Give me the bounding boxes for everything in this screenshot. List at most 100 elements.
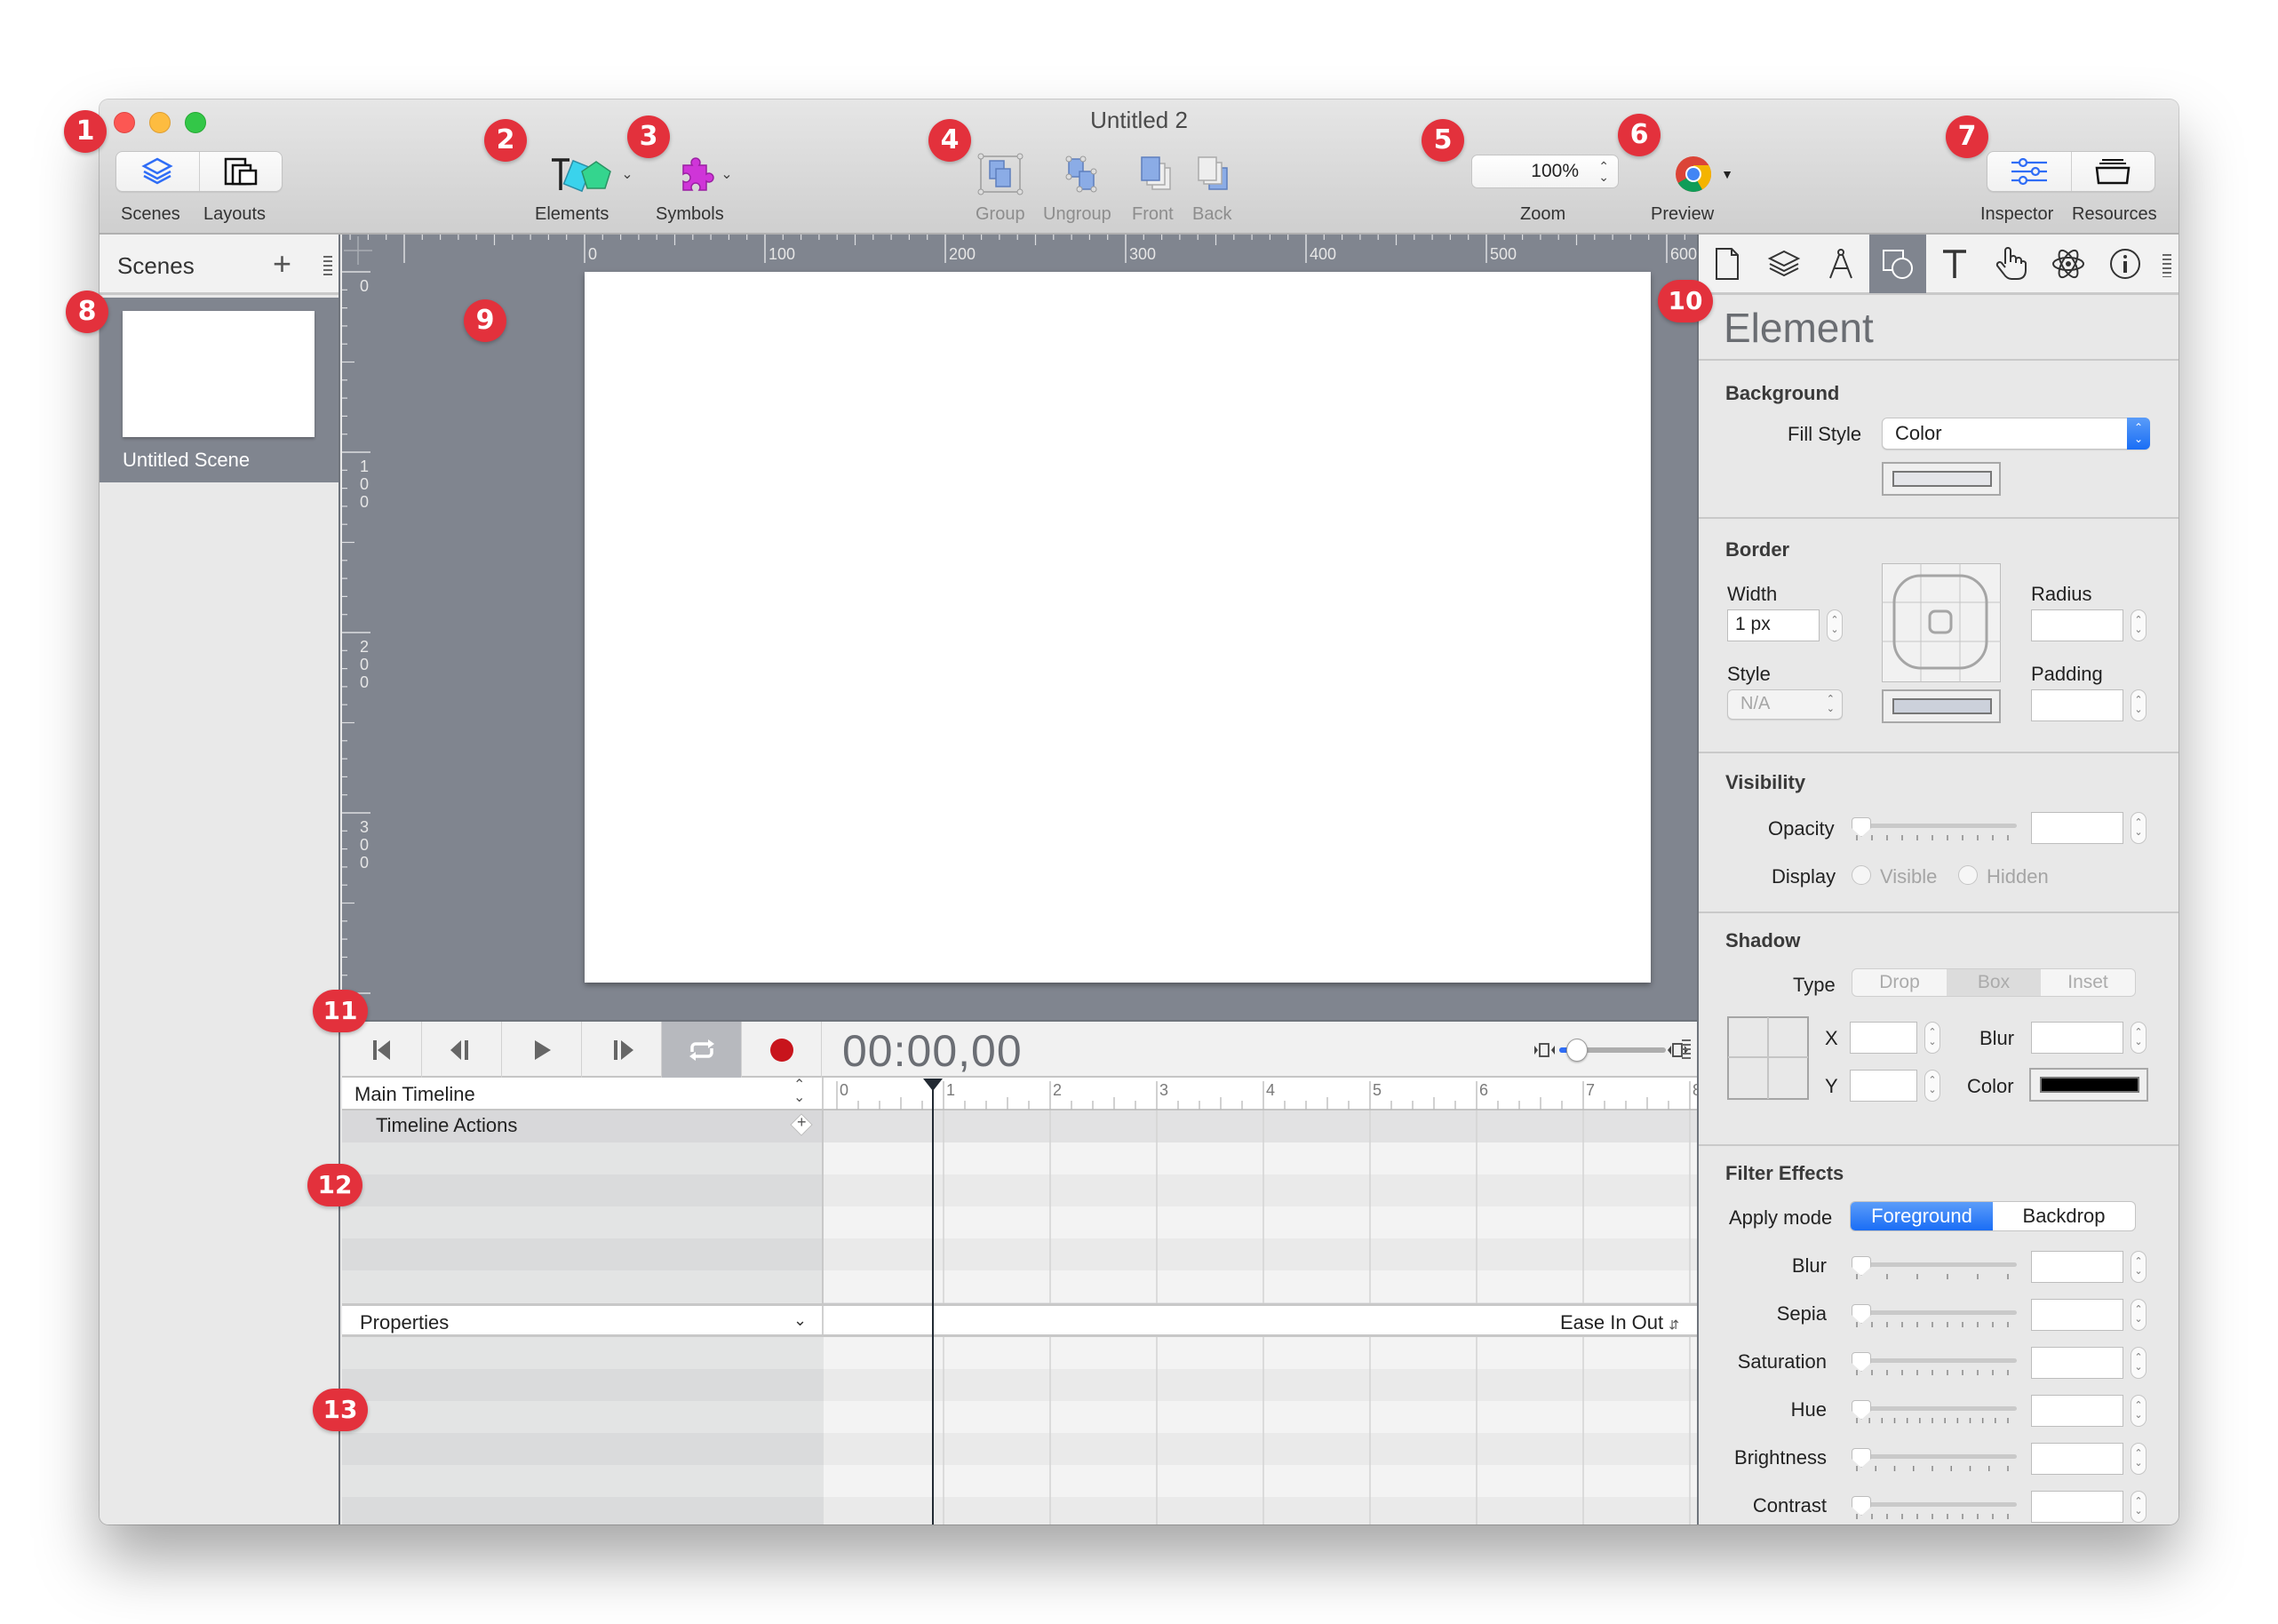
scene-stage[interactable] xyxy=(585,272,1651,983)
preview-dropdown-icon[interactable]: ▼ xyxy=(1721,167,1733,181)
step-back-button[interactable] xyxy=(422,1022,502,1078)
filter-slider[interactable] xyxy=(1852,1448,2017,1475)
filter-stepper[interactable]: ⌃ ⌄ xyxy=(2131,1395,2147,1427)
shadow-x-stepper[interactable]: ⌃ ⌄ xyxy=(1924,1022,1940,1054)
filter-stepper[interactable]: ⌃ ⌄ xyxy=(2131,1347,2147,1379)
slider-ticks xyxy=(1856,1370,2009,1375)
time-ruler[interactable]: 012345678 xyxy=(824,1078,1697,1111)
border-sides-picker[interactable] xyxy=(1882,563,2001,682)
slider-knob[interactable] xyxy=(1852,1352,1871,1372)
scenes-toggle-button[interactable] xyxy=(116,152,200,191)
filter-value-field[interactable] xyxy=(2031,1443,2123,1475)
filter-stepper[interactable]: ⌃ ⌄ xyxy=(2131,1491,2147,1523)
shadow-x-field[interactable] xyxy=(1850,1022,1917,1054)
slider-knob[interactable] xyxy=(1852,1400,1871,1420)
filter-value-field[interactable] xyxy=(2031,1347,2123,1379)
border-width-stepper[interactable]: ⌃ ⌄ xyxy=(1827,609,1843,641)
preview-button[interactable]: ▼ xyxy=(1663,149,1743,199)
opacity-stepper[interactable]: ⌃ ⌄ xyxy=(2131,812,2147,844)
layouts-toggle-button[interactable] xyxy=(200,152,283,191)
inspector-toggle-button[interactable] xyxy=(1987,152,2072,191)
easing-selector[interactable]: Ease In Out ⇵ xyxy=(1560,1311,1679,1334)
timeline-zoom-knob[interactable] xyxy=(1566,1039,1589,1062)
padding-field[interactable] xyxy=(2031,689,2123,721)
filter-stepper[interactable]: ⌃ ⌄ xyxy=(2131,1443,2147,1475)
filter-slider[interactable] xyxy=(1852,1496,2017,1523)
display-visible-radio[interactable] xyxy=(1852,865,1871,885)
play-button[interactable] xyxy=(502,1022,582,1078)
shadow-type-box[interactable]: Box xyxy=(1947,969,2041,996)
bring-to-front-button[interactable] xyxy=(1132,149,1182,199)
filter-value-field[interactable] xyxy=(2031,1395,2123,1427)
tab-identity[interactable] xyxy=(2097,235,2154,293)
add-scene-button[interactable]: + xyxy=(273,245,291,283)
border-color-well[interactable] xyxy=(1882,689,2001,723)
border-radius-stepper[interactable]: ⌃ ⌄ xyxy=(2131,609,2147,641)
shadow-y-field[interactable] xyxy=(1850,1070,1917,1102)
group-button[interactable] xyxy=(974,149,1027,199)
shadow-blur-field[interactable] xyxy=(2031,1022,2123,1054)
timeline-selector[interactable]: Main Timeline ⌃ ⌄ xyxy=(342,1078,822,1109)
keyframe-grid[interactable] xyxy=(824,1111,1697,1303)
filter-slider[interactable] xyxy=(1852,1352,2017,1379)
zoom-stepper-icon[interactable]: ⌃ ⌄ xyxy=(1598,160,1609,183)
apply-mode-foreground[interactable]: Foreground xyxy=(1851,1202,1993,1230)
border-radius-field[interactable] xyxy=(2031,609,2123,641)
resources-toggle-button[interactable] xyxy=(2072,152,2155,191)
filter-value-field[interactable] xyxy=(2031,1299,2123,1331)
properties-chevron-icon[interactable]: ⌄ xyxy=(793,1311,807,1330)
filter-slider[interactable] xyxy=(1852,1256,2017,1283)
tab-scene[interactable] xyxy=(1756,235,1812,293)
filter-value-field[interactable] xyxy=(2031,1491,2123,1523)
send-to-back-button[interactable] xyxy=(1189,149,1239,199)
filter-stepper[interactable]: ⌃ ⌄ xyxy=(2131,1299,2147,1331)
shadow-y-stepper[interactable]: ⌃ ⌄ xyxy=(1924,1070,1940,1102)
apply-mode-backdrop[interactable]: Backdrop xyxy=(1993,1202,2135,1230)
timeline-options-handle-icon[interactable] xyxy=(1682,1039,1691,1061)
scene-list-item[interactable]: Untitled Scene xyxy=(100,298,339,482)
symbols-button[interactable]: ⌄ xyxy=(665,153,745,195)
slider-knob[interactable] xyxy=(1852,1496,1871,1516)
slider-knob[interactable] xyxy=(1852,1448,1871,1468)
shadow-type-drop[interactable]: Drop xyxy=(1852,969,1947,996)
timeline-actions-row[interactable]: Timeline Actions + xyxy=(342,1111,824,1142)
display-hidden-radio[interactable] xyxy=(1958,865,1978,885)
slider-knob[interactable] xyxy=(1852,1256,1871,1276)
timeline-zoom-slider[interactable] xyxy=(1559,1039,1666,1062)
tab-physics[interactable] xyxy=(2040,235,2097,293)
ungroup-button[interactable] xyxy=(1055,149,1109,199)
slider-knob[interactable] xyxy=(1852,817,1871,837)
inspector-options-handle-icon[interactable] xyxy=(2163,254,2171,277)
slider-knob[interactable] xyxy=(1852,1304,1871,1324)
tab-text[interactable] xyxy=(1926,235,1983,293)
playhead-line[interactable] xyxy=(932,1080,934,1524)
sidebar-options-handle-icon[interactable] xyxy=(323,256,332,277)
step-forward-button[interactable] xyxy=(582,1022,662,1078)
shadow-direction-picker[interactable] xyxy=(1727,1016,1809,1100)
properties-label[interactable]: Properties xyxy=(360,1311,449,1334)
filter-stepper[interactable]: ⌃ ⌄ xyxy=(2131,1251,2147,1283)
tab-document[interactable] xyxy=(1699,235,1756,293)
property-keyframe-grid[interactable] xyxy=(824,1337,1697,1524)
border-style-select[interactable]: N/A ⌃ ⌄ xyxy=(1727,689,1843,720)
filter-slider[interactable] xyxy=(1852,1400,2017,1427)
record-button[interactable] xyxy=(742,1022,822,1078)
filter-value-field[interactable] xyxy=(2031,1251,2123,1283)
shadow-type-inset[interactable]: Inset xyxy=(2041,969,2135,996)
tab-element[interactable] xyxy=(1869,235,1926,293)
border-width-field[interactable]: 1 px xyxy=(1727,609,1820,641)
opacity-slider[interactable] xyxy=(1852,817,2017,844)
filter-slider[interactable] xyxy=(1852,1304,2017,1331)
shadow-blur-stepper[interactable]: ⌃ ⌄ xyxy=(2131,1022,2147,1054)
tab-metrics[interactable] xyxy=(1812,235,1869,293)
shadow-color-well[interactable] xyxy=(2029,1068,2148,1102)
property-row xyxy=(342,1433,824,1465)
background-color-well[interactable] xyxy=(1882,462,2001,496)
zoom-field[interactable]: 100% ⌃ ⌄ xyxy=(1471,155,1619,188)
padding-stepper[interactable]: ⌃ ⌄ xyxy=(2131,689,2147,721)
elements-button[interactable]: ⌄ xyxy=(538,153,645,195)
opacity-field[interactable] xyxy=(2031,812,2123,844)
tab-actions[interactable] xyxy=(1983,235,2040,293)
loop-toggle-button[interactable] xyxy=(662,1022,742,1078)
fill-style-select[interactable]: Color ⌃ ⌄ xyxy=(1882,418,2150,450)
